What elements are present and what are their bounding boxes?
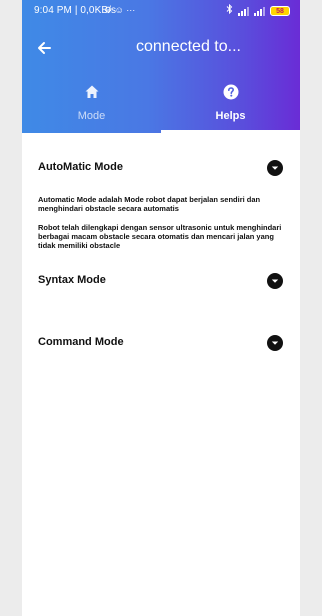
chevron-down-icon[interactable] bbox=[267, 273, 283, 289]
home-icon bbox=[84, 84, 100, 100]
section-title: Command Mode bbox=[38, 336, 124, 348]
status-extra-icons: ⚙ ☺ ··· bbox=[104, 5, 136, 15]
section-title: Syntax Mode bbox=[38, 274, 106, 286]
status-indicators: 58 bbox=[226, 3, 290, 18]
signal-icon-2 bbox=[254, 6, 265, 16]
app-screen: 9:04 PM | 0,0KB/s ⚙ ☺ ··· 58 connected t… bbox=[22, 0, 300, 616]
tab-mode-label: Mode bbox=[77, 110, 106, 122]
section-paragraph: Automatic Mode adalah Mode robot dapat b… bbox=[38, 195, 261, 213]
app-bar: 9:04 PM | 0,0KB/s ⚙ ☺ ··· 58 connected t… bbox=[22, 0, 300, 133]
bluetooth-icon bbox=[226, 3, 233, 18]
chevron-down-icon[interactable] bbox=[267, 335, 283, 351]
help-circle-icon bbox=[223, 84, 239, 100]
tab-helps-label: Helps bbox=[215, 110, 246, 122]
tab-helps[interactable]: Helps bbox=[161, 79, 300, 133]
status-bar: 9:04 PM | 0,0KB/s ⚙ ☺ ··· 58 bbox=[22, 0, 300, 22]
battery-icon: 58 bbox=[270, 6, 290, 16]
page-title: connected to... bbox=[136, 38, 241, 55]
back-arrow-icon[interactable] bbox=[36, 36, 52, 60]
chevron-down-icon[interactable] bbox=[267, 160, 283, 176]
tab-bar: Mode Helps bbox=[22, 79, 300, 133]
section-paragraph: Robot telah dilengkapi dengan sensor ult… bbox=[38, 223, 282, 250]
section-title: AutoMatic Mode bbox=[38, 161, 123, 173]
toolbar: connected to... bbox=[22, 26, 300, 72]
tab-indicator bbox=[161, 130, 300, 133]
signal-icon bbox=[238, 6, 249, 16]
tab-mode[interactable]: Mode bbox=[22, 79, 161, 133]
